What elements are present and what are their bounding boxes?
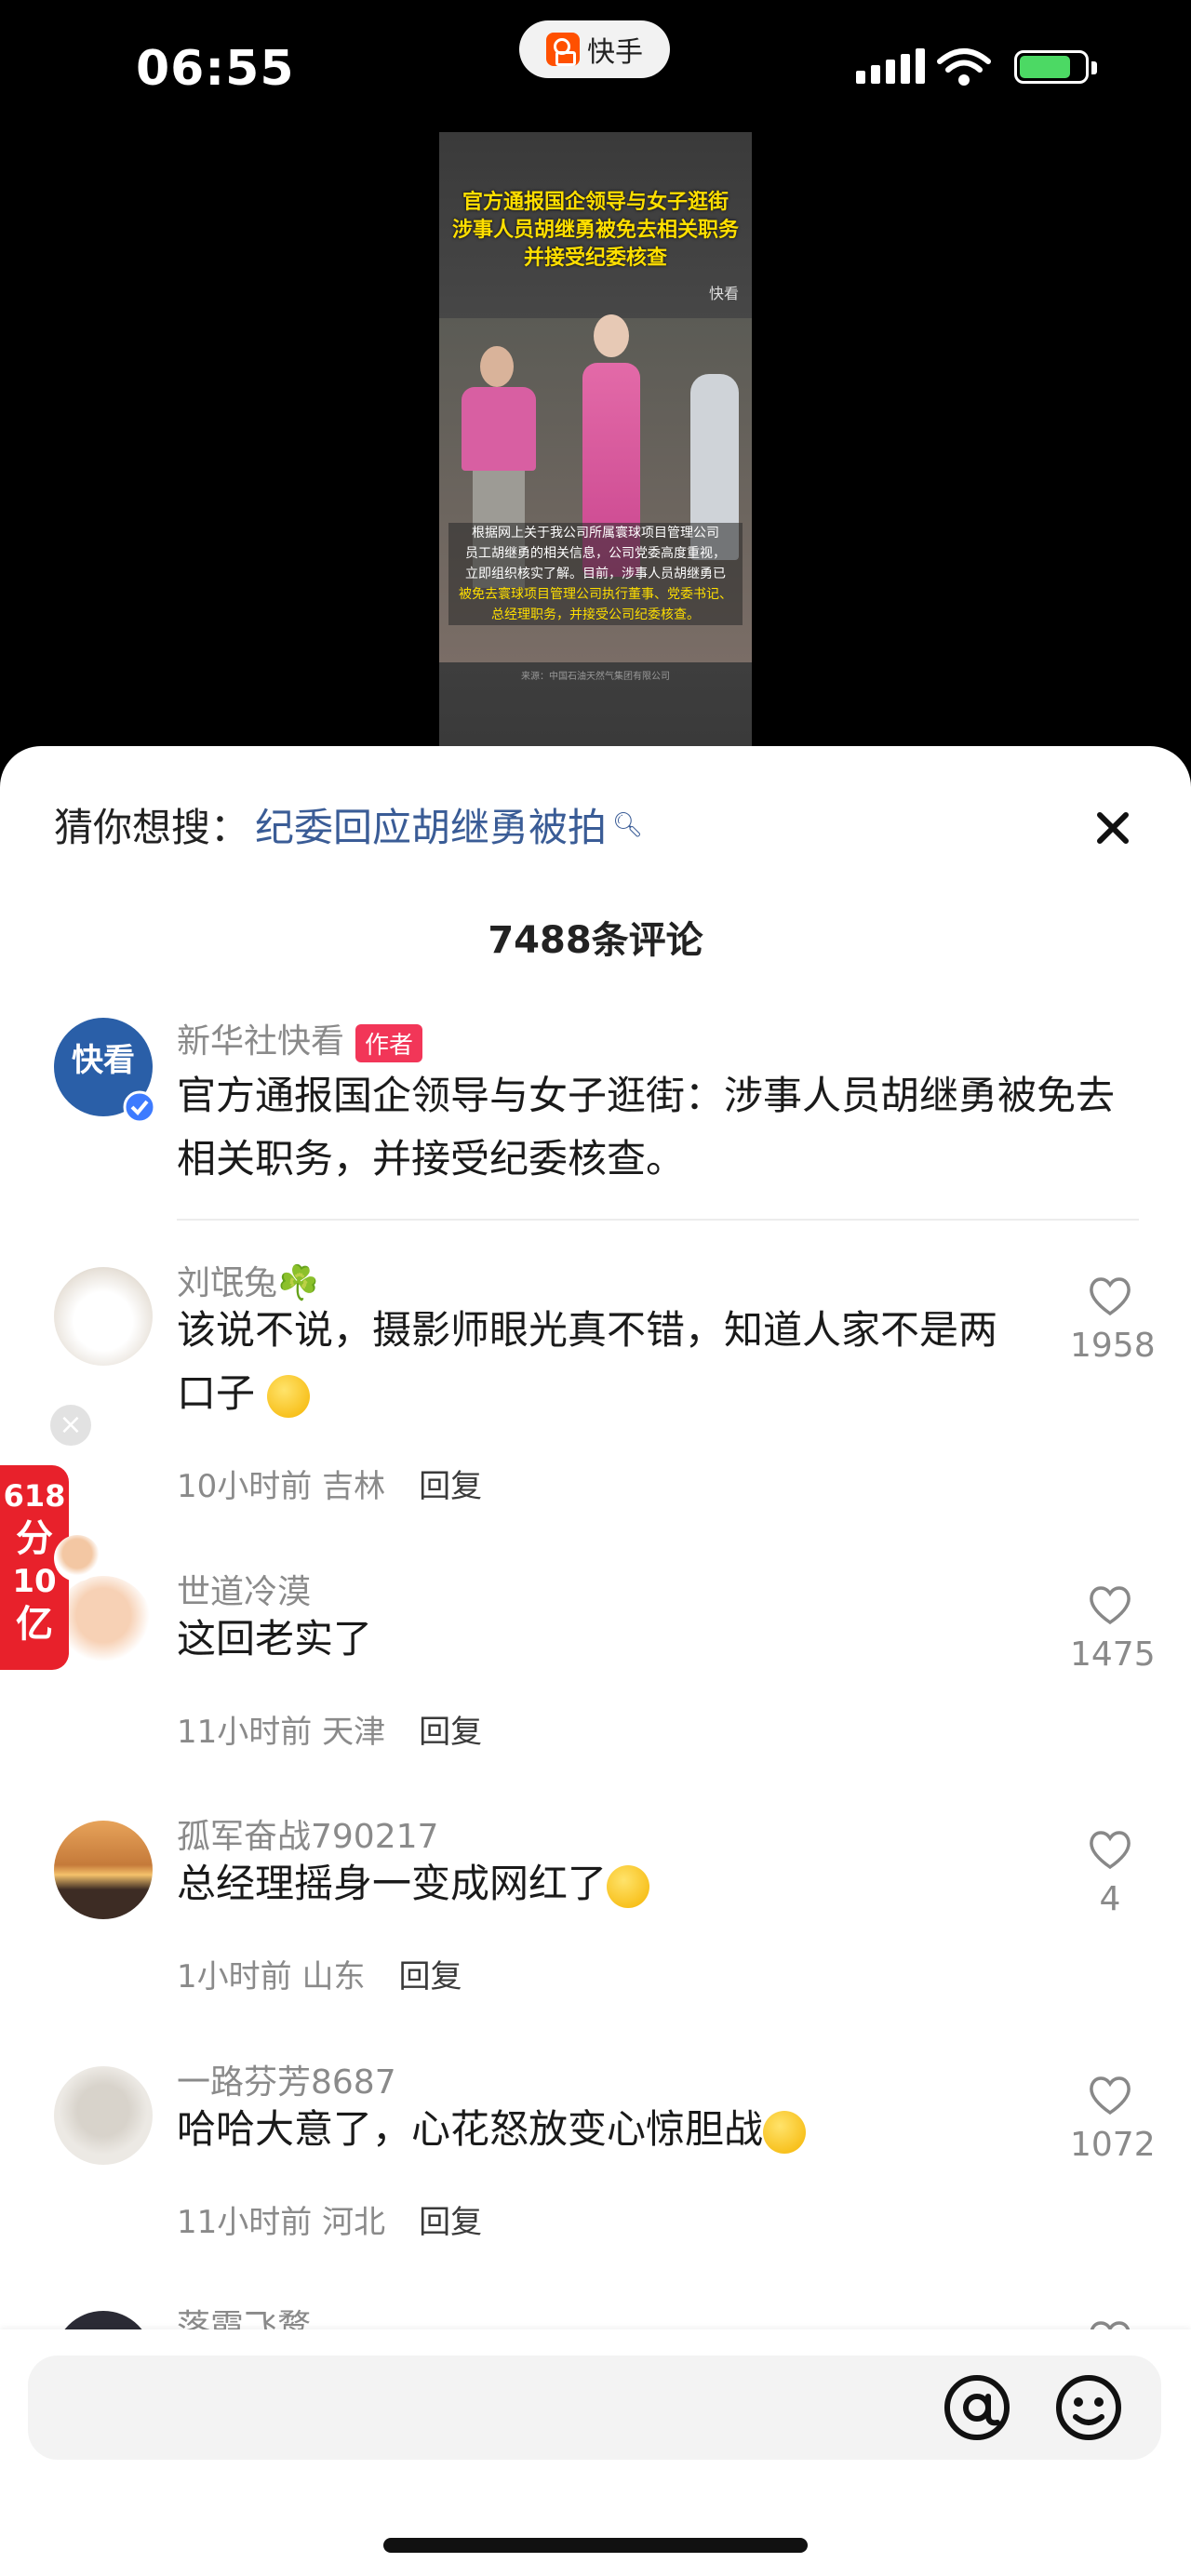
like-button[interactable]: 4 xyxy=(1070,1828,1150,1918)
avatar[interactable] xyxy=(54,2066,153,2165)
like-count: 4 xyxy=(1099,1880,1121,1918)
video-headline: 官方通报国企领导与女子逛街 涉事人员胡继勇被免去相关职务 并接受纪委核查 xyxy=(451,190,739,270)
promo-mascot-icon xyxy=(54,1535,100,1582)
like-count: 1475 xyxy=(1070,1635,1156,1674)
app-switch-pill[interactable]: 快手 xyxy=(519,20,670,78)
verified-icon xyxy=(123,1090,156,1124)
comment-count: 7488条评论 xyxy=(488,919,703,962)
kuaikan-logo-icon: 快看 xyxy=(72,1042,135,1079)
crying-laugh-emoji-icon xyxy=(607,1864,650,1908)
promo-close-button[interactable]: × xyxy=(50,1405,91,1446)
search-icon: 🔍︎ xyxy=(612,810,644,839)
comment-author[interactable]: 世道冷漠 xyxy=(177,1565,311,1613)
comment-input-bar xyxy=(0,2329,1191,2576)
author-post-text: 官方通报国企领导与女子逛街：涉事人员胡继勇被免去相关职务，并接受纪委核查。 xyxy=(177,1073,1116,1181)
video-source: 来源：中国石油天然气集团有限公司 xyxy=(521,672,670,682)
reply-button[interactable]: 回复 xyxy=(419,1468,482,1505)
heart-icon xyxy=(1090,2076,1131,2116)
reply-button[interactable]: 回复 xyxy=(419,1714,482,1751)
kuaishou-logo-icon xyxy=(546,33,580,66)
cellular-signal-icon xyxy=(856,48,925,84)
video-player[interactable]: 官方通报国企领导与女子逛街 涉事人员胡继勇被免去相关职务 并接受纪委核查 快看 … xyxy=(439,132,752,746)
clock: 06:55 xyxy=(136,41,295,97)
like-button[interactable]: 1072 xyxy=(1070,2074,1156,2164)
comments-sheet: 猜你想搜： 纪委回应胡继勇被拍 🔍︎ 7488条评论 快看 新华社快看 作者 官方… xyxy=(0,746,1191,2576)
suggested-search-prefix: 猜你想搜： xyxy=(54,805,250,850)
comment-author[interactable]: 一路芬芳8687 xyxy=(177,2055,396,2103)
at-mention-icon[interactable] xyxy=(938,2369,1016,2447)
status-bar: 06:55 快手 xyxy=(0,0,1191,140)
comment-author[interactable]: 孤军奋战790217 xyxy=(177,1809,438,1858)
like-count: 1958 xyxy=(1070,1327,1156,1365)
comment-text: 总经理摇身一变成网红了 xyxy=(177,1852,1014,1915)
like-count: 1072 xyxy=(1070,2126,1156,2164)
crying-laugh-emoji-icon xyxy=(267,1374,311,1418)
reply-button[interactable]: 回复 xyxy=(398,1958,462,1995)
comment-meta: 11小时前 河北 回复 xyxy=(177,2204,483,2241)
suggested-search[interactable]: 猜你想搜： 纪委回应胡继勇被拍 🔍︎ xyxy=(54,796,643,853)
comment-text: 哈哈大意了，心花怒放变心惊胆战 xyxy=(177,2098,1014,2161)
app-name: 快手 xyxy=(587,36,643,69)
close-icon[interactable] xyxy=(1091,806,1135,850)
avatar[interactable] xyxy=(54,1821,153,1919)
comment-meta: 11小时前 天津 回复 xyxy=(177,1714,483,1751)
like-button[interactable]: 1475 xyxy=(1070,1583,1156,1674)
avatar[interactable] xyxy=(54,1267,153,1366)
author-badge: 作者 xyxy=(355,1023,423,1062)
comment-text: 该说不说，摄影师眼光真不错，知道人家不是两口子 xyxy=(177,1307,998,1418)
video-watermark: 快看 xyxy=(708,285,739,302)
shush-emoji-icon xyxy=(763,2110,807,2154)
author-name[interactable]: 新华社快看 作者 xyxy=(177,1014,423,1062)
suggested-search-keyword[interactable]: 纪委回应胡继勇被拍 xyxy=(255,796,607,853)
emoji-icon[interactable] xyxy=(1050,2369,1128,2447)
reply-button[interactable]: 回复 xyxy=(419,2204,482,2241)
comment-author[interactable]: 刘氓兔☘️ xyxy=(177,1256,319,1304)
divider xyxy=(177,1219,1139,1221)
wifi-icon xyxy=(937,48,991,86)
video-notice-text: 根据网上关于我公司所属寰球项目管理公司 员工胡继勇的相关信息，公司党委高度重视，… xyxy=(448,523,743,625)
heart-icon xyxy=(1090,1586,1131,1625)
like-button[interactable]: 1958 xyxy=(1070,1275,1156,1365)
home-indicator[interactable] xyxy=(383,2538,808,2553)
comment-meta: 10小时前 吉林 回复 xyxy=(177,1468,483,1505)
heart-icon xyxy=(1090,1277,1131,1316)
comment-text: 这回老实了 xyxy=(177,1616,373,1662)
heart-icon xyxy=(1090,1831,1131,1870)
battery-icon xyxy=(1014,50,1097,84)
comment-meta: 1小时前 山东 回复 xyxy=(177,1958,462,1995)
